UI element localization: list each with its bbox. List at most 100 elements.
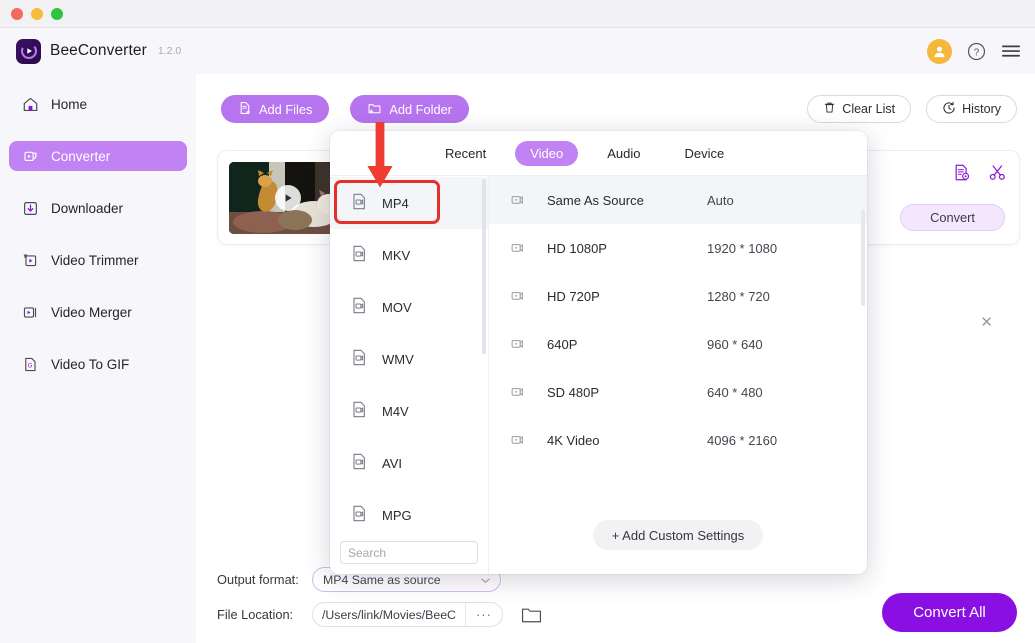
sidebar-item-label: Downloader [51,200,124,216]
brand: BeeConverter 1.2.0 [16,38,182,64]
history-label: History [962,102,1001,116]
clock-history-icon [942,101,956,118]
trash-icon [823,101,836,117]
svg-text:G: G [28,363,33,369]
resolution-dimensions: 960 * 640 [707,336,763,352]
format-list-scroll[interactable]: MP4 MKV MOV WMV M4V AVI MPG [330,176,488,535]
play-icon[interactable] [275,185,301,211]
custom-settings-wrap: + Add Custom Settings [489,496,867,574]
clear-list-button[interactable]: Clear List [807,95,912,123]
format-item-mkv[interactable]: MKV [330,229,488,281]
sidebar-item-label: Converter [51,148,111,164]
format-label: M4V [382,403,409,419]
format-item-mp4[interactable]: MP4 [330,177,488,229]
output-format-label: Output format: [217,572,299,587]
resolution-name: 640P [547,336,578,352]
resolution-pane: Same As Source Auto HD 1080P 1920 * 1080… [489,176,867,574]
file-location-row: File Location: /Users/link/Movies/BeeC ·… [217,602,542,627]
resolution-name: HD 1080P [547,240,607,256]
resolution-name: SD 480P [547,384,600,400]
user-avatar-icon[interactable] [927,38,952,64]
chevron-down-icon [481,573,490,587]
add-folder-button[interactable]: Add Folder [350,95,469,123]
close-window-button[interactable] [11,7,23,20]
format-list-scrollbar[interactable] [482,179,486,354]
scissors-icon[interactable] [988,163,1007,182]
app-header: BeeConverter 1.2.0 ? [0,28,1035,74]
file-location-label: File Location: [217,607,294,622]
format-item-mpg[interactable]: MPG [330,489,488,535]
sidebar: Home Converter Downloader Video Trimmer … [0,74,196,643]
help-icon[interactable]: ? [967,42,986,61]
format-label: AVI [382,455,402,471]
resolution-row-hd-720p[interactable]: HD 720P 1280 * 720 [489,272,867,320]
resolution-row-same-as-source[interactable]: Same As Source Auto [489,176,867,224]
sidebar-item-video-to-gif[interactable]: G Video To GIF [9,349,187,379]
toolbar-right: Clear List History [807,95,1017,123]
add-folder-label: Add Folder [389,101,452,117]
merge-icon [22,304,39,321]
tab-audio[interactable]: Audio [592,141,655,166]
resolution-row-hd-1080p[interactable]: HD 1080P 1920 * 1080 [489,224,867,272]
hamburger-menu-icon[interactable] [1001,44,1021,58]
video-file-icon [350,400,369,422]
dropdown-body: MP4 MKV MOV WMV M4V AVI MPG Search Same … [330,176,867,574]
format-item-mov[interactable]: MOV [330,281,488,333]
convert-button[interactable]: Convert [900,204,1005,231]
tab-recent[interactable]: Recent [430,141,501,166]
format-label: MKV [382,247,411,263]
tab-device[interactable]: Device [669,141,739,166]
add-files-button[interactable]: Add Files [221,95,330,123]
trim-icon [22,252,39,269]
sidebar-item-downloader[interactable]: Downloader [9,193,187,223]
add-files-label: Add Files [259,101,313,117]
add-custom-settings-button[interactable]: + Add Custom Settings [592,520,764,550]
video-file-icon [350,348,369,370]
home-icon [22,96,39,113]
format-item-m4v[interactable]: M4V [330,385,488,437]
gif-icon: G [22,356,39,373]
resolution-list[interactable]: Same As Source Auto HD 1080P 1920 * 1080… [489,176,867,496]
sidebar-item-converter[interactable]: Converter [9,141,187,171]
video-file-icon [350,192,369,214]
video-res-icon [489,432,547,448]
convert-all-button[interactable]: Convert All [882,593,1017,632]
format-item-avi[interactable]: AVI [330,437,488,489]
close-icon[interactable]: ✕ [980,315,993,330]
sidebar-item-video-trimmer[interactable]: Video Trimmer [9,245,187,275]
app-version: 1.2.0 [157,45,182,57]
file-location-box[interactable]: /Users/link/Movies/BeeC ··· [312,602,503,627]
video-res-icon [489,192,547,208]
resolution-list-scrollbar[interactable] [861,210,865,306]
tab-video[interactable]: Video [515,140,579,166]
sidebar-item-label: Home [51,96,88,112]
header-actions: ? [927,38,1021,64]
folder-open-icon[interactable] [521,605,542,624]
app-title: BeeConverter [50,42,147,59]
converter-icon [22,148,39,165]
resolution-row-sd-480p[interactable]: SD 480P 640 * 480 [489,368,867,416]
minimize-window-button[interactable] [31,7,43,20]
resolution-row-640p[interactable]: 640P 960 * 640 [489,320,867,368]
file-location-more-button[interactable]: ··· [464,603,502,626]
history-button[interactable]: History [926,95,1017,123]
format-label: MOV [382,299,412,315]
maximize-window-button[interactable] [51,7,63,20]
video-file-icon [350,504,369,526]
sidebar-item-home[interactable]: Home [9,89,187,119]
resolution-row-4k-video[interactable]: 4K Video 4096 * 2160 [489,416,867,464]
file-settings-icon[interactable] [952,163,971,182]
app-window: BeeConverter 1.2.0 ? Home Converter Down… [0,0,1035,643]
sidebar-item-video-merger[interactable]: Video Merger [9,297,187,327]
resolution-dimensions: Auto [707,192,734,208]
format-tabs: Recent Video Audio Device [330,131,867,176]
svg-text:?: ? [974,47,980,58]
format-search-wrap [330,535,488,574]
search-input[interactable] [340,541,478,564]
format-item-wmv[interactable]: WMV [330,333,488,385]
sidebar-item-label: Video Trimmer [51,252,139,268]
file-plus-icon [238,101,252,118]
format-label: WMV [382,351,414,367]
video-file-icon [350,244,369,266]
sidebar-item-label: Video To GIF [51,356,130,372]
